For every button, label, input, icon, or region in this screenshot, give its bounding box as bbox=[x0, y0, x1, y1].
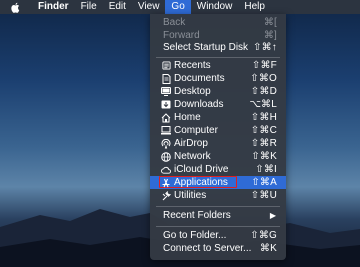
menu-item-label: Documents bbox=[174, 73, 225, 84]
recents-icon bbox=[161, 61, 171, 71]
menu-item-recent-folders[interactable]: Recent Folders ▶ bbox=[150, 209, 286, 222]
menu-item-shortcut: ⌘[ bbox=[263, 17, 277, 28]
icloud-icon bbox=[161, 165, 171, 175]
desktop-icon bbox=[161, 87, 171, 97]
apple-menu-icon[interactable] bbox=[0, 0, 32, 14]
menubar-edit[interactable]: Edit bbox=[103, 0, 132, 14]
menu-item-shortcut: ⇧⌘C bbox=[250, 125, 277, 136]
menu-item-icloud-drive[interactable]: iCloud Drive ⇧⌘I bbox=[150, 163, 286, 176]
menu-item-label: Desktop bbox=[174, 86, 211, 97]
menu-item-label: Downloads bbox=[174, 99, 224, 110]
menu-item-label: Recents bbox=[174, 60, 211, 71]
menu-item-recents[interactable]: Recents ⇧⌘F bbox=[150, 59, 286, 72]
network-icon bbox=[161, 151, 171, 162]
menu-item-label: Applications bbox=[174, 177, 228, 188]
menu-item-utilities[interactable]: Utilities ⇧⌘U bbox=[150, 189, 286, 202]
menu-separator bbox=[156, 226, 280, 227]
documents-icon bbox=[161, 73, 171, 84]
menu-item-shortcut: ⇧⌘U bbox=[250, 190, 277, 201]
menu-item-label: Network bbox=[174, 151, 211, 162]
menu-item-shortcut: ⇧⌘K bbox=[251, 151, 277, 162]
menubar-window[interactable]: Window bbox=[191, 0, 239, 14]
menu-item-shortcut: ⇧⌘↑ bbox=[253, 42, 277, 53]
menu-item-label: iCloud Drive bbox=[174, 164, 229, 175]
menu-item-label: Recent Folders bbox=[163, 210, 231, 221]
menubar-view[interactable]: View bbox=[132, 0, 166, 14]
menu-item-shortcut: ⇧⌘F bbox=[251, 60, 277, 71]
menu-item-shortcut: ⌘K bbox=[259, 243, 277, 254]
menu-item-label: Connect to Server... bbox=[163, 243, 252, 254]
menu-item-go-to-folder[interactable]: Go to Folder... ⇧⌘G bbox=[150, 229, 286, 242]
menu-item-shortcut: ⌘] bbox=[263, 30, 277, 41]
menu-item-shortcut: ⇧⌘A bbox=[251, 177, 277, 188]
menu-item-network[interactable]: Network ⇧⌘K bbox=[150, 150, 286, 163]
menu-item-shortcut: ⇧⌘O bbox=[250, 73, 277, 84]
menu-item-shortcut: ⇧⌘D bbox=[250, 86, 277, 97]
downloads-icon bbox=[161, 100, 171, 110]
menu-item-label: Go to Folder... bbox=[163, 230, 227, 241]
menu-item-label: Home bbox=[174, 112, 201, 123]
menu-item-shortcut: ⇧⌘G bbox=[250, 230, 277, 241]
menu-separator bbox=[156, 206, 280, 207]
menu-item-shortcut: ⇧⌘I bbox=[255, 164, 277, 175]
menu-item-connect-to-server[interactable]: Connect to Server... ⌘K bbox=[150, 242, 286, 255]
menubar-help[interactable]: Help bbox=[238, 0, 271, 14]
menu-item-home[interactable]: Home ⇧⌘H bbox=[150, 111, 286, 124]
utilities-icon bbox=[161, 190, 171, 201]
menu-item-documents[interactable]: Documents ⇧⌘O bbox=[150, 72, 286, 85]
menu-item-shortcut: ⇧⌘R bbox=[250, 138, 277, 149]
home-icon bbox=[161, 112, 171, 123]
menu-item-select-startup-disk[interactable]: Select Startup Disk ⇧⌘↑ bbox=[150, 41, 286, 54]
go-menu: Back ⌘[ Forward ⌘] Select Startup Disk ⇧… bbox=[150, 14, 286, 260]
airdrop-icon bbox=[161, 138, 171, 149]
menu-item-label: Utilities bbox=[174, 190, 207, 201]
submenu-arrow-icon: ▶ bbox=[269, 211, 276, 220]
menubar-finder[interactable]: Finder bbox=[32, 0, 75, 14]
menu-item-label: Forward bbox=[163, 30, 200, 41]
menu-item-label: Back bbox=[163, 17, 186, 28]
menu-item-desktop[interactable]: Desktop ⇧⌘D bbox=[150, 85, 286, 98]
menu-item-shortcut: ⌥⌘L bbox=[249, 99, 277, 110]
computer-icon bbox=[161, 126, 171, 136]
menu-item-label: Select Startup Disk bbox=[163, 42, 249, 53]
menu-item-label: Computer bbox=[174, 125, 218, 136]
menu-item-computer[interactable]: Computer ⇧⌘C bbox=[150, 124, 286, 137]
menu-item-back[interactable]: Back ⌘[ bbox=[150, 16, 286, 29]
menu-separator bbox=[156, 57, 280, 58]
menubar-go[interactable]: Go bbox=[165, 0, 191, 14]
menu-item-label: AirDrop bbox=[174, 138, 208, 149]
menu-item-shortcut: ⇧⌘H bbox=[250, 112, 277, 123]
applications-icon bbox=[161, 178, 171, 188]
menu-item-airdrop[interactable]: AirDrop ⇧⌘R bbox=[150, 137, 286, 150]
menubar-file[interactable]: File bbox=[75, 0, 103, 14]
menu-item-applications[interactable]: Applications ⇧⌘A bbox=[150, 176, 286, 189]
menu-item-downloads[interactable]: Downloads ⌥⌘L bbox=[150, 98, 286, 111]
menu-bar: Finder File Edit View Go Window Help bbox=[0, 0, 360, 14]
